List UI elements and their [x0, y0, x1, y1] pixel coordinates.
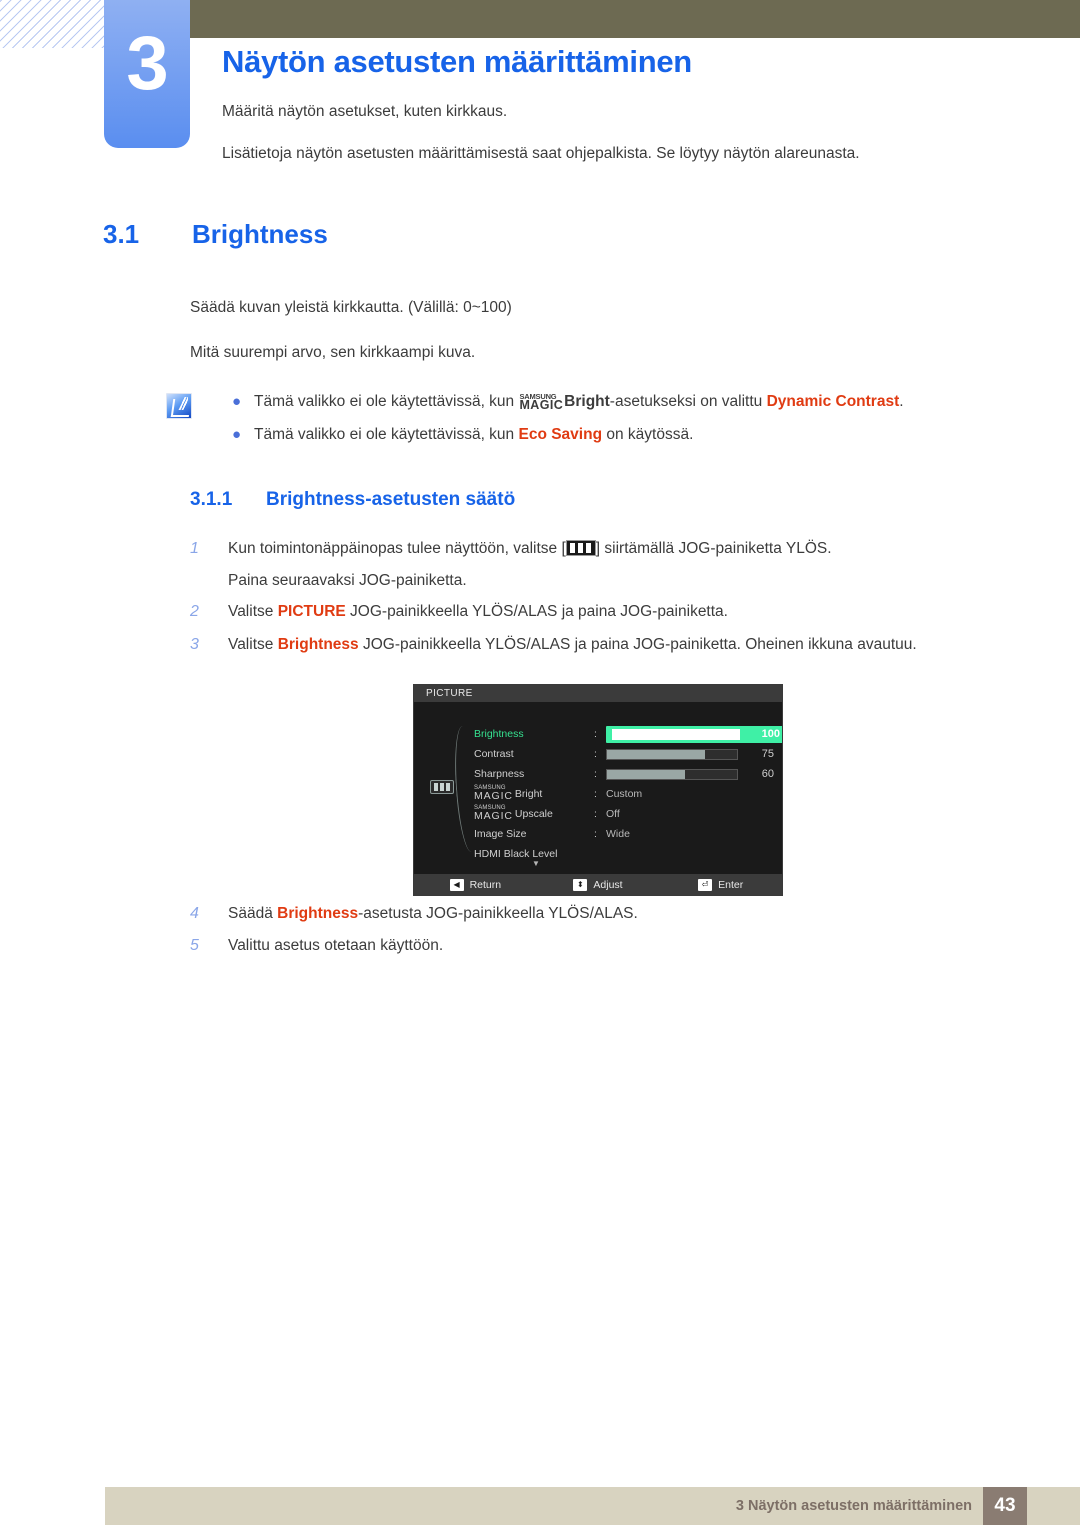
step-text: Valitse Brightness JOG-painikkeella YLÖS…: [228, 635, 917, 653]
section-number: 3.1: [103, 219, 140, 249]
footer-chapter-label: 3 Näytön asetusten määrittäminen: [735, 1498, 972, 1514]
section-title: Brightness: [192, 219, 328, 249]
step-index: 3: [190, 635, 199, 653]
arrow-updown-icon: ⬍: [573, 878, 588, 891]
osd-row-label: SAMSUNG MAGIC Upscale: [474, 805, 553, 822]
step-item: 5 Valittu asetus otetaan käyttöön.: [190, 935, 1025, 957]
chapter-intro-line-1: Määritä näytön asetukset, kuten kirkkaus…: [222, 103, 508, 120]
osd-row-colon: :: [594, 768, 597, 780]
osd-picture-menu: PICTURE Brightness : 100 Contrast : 75 S…: [413, 684, 783, 896]
subsection-heading: 3.1.1 Brightness-asetusten säätö: [190, 489, 515, 511]
picture-menu-icon: [565, 540, 596, 556]
osd-sharpness-slider[interactable]: 60: [606, 768, 780, 780]
osd-return-label: Return: [469, 878, 502, 891]
step-text: Kun toimintonäppäinopas tulee näyttöön, …: [228, 538, 1025, 591]
osd-title: PICTURE: [414, 685, 782, 702]
step-item: 4 Säädä Brightness-asetusta JOG-painikke…: [190, 903, 1025, 925]
osd-contrast-value: 75: [761, 748, 774, 760]
step-text: Säädä Brightness-asetusta JOG-painikkeel…: [228, 905, 638, 922]
subsection-number: 3.1.1: [190, 489, 233, 510]
step-index: 5: [190, 937, 199, 955]
osd-row-brightness[interactable]: Brightness : 100: [474, 724, 782, 744]
note-bullet-text: Tämä valikko ei ole käytettävissä, kun E…: [254, 425, 694, 443]
osd-enter-button[interactable]: ⏎ Enter: [659, 878, 782, 891]
osd-brightness-fill: [612, 729, 740, 740]
chapter-number-tab: 3: [104, 0, 190, 148]
note-pen-icon: [166, 393, 192, 419]
document-page: 3 Näytön asetusten määrittäminen Määritä…: [0, 0, 1080, 1527]
section-heading: 3.1 Brightness: [103, 219, 328, 250]
step-index: 4: [190, 905, 199, 922]
section-paragraph-2: Mitä suurempi arvo, sen kirkkaampi kuva.: [190, 344, 476, 361]
section-paragraph-1: Säädä kuvan yleistä kirkkautta. (Välillä…: [190, 299, 512, 316]
chapter-title: Näytön asetusten määrittäminen: [222, 44, 692, 79]
osd-row-sharpness[interactable]: Sharpness : 60: [474, 764, 774, 784]
osd-row-label: Sharpness: [474, 768, 525, 780]
step-text: Valitse PICTURE JOG-painikkeella YLÖS/AL…: [228, 603, 728, 621]
chapter-intro-line-2: Lisätietoja näytön asetusten määrittämis…: [222, 145, 860, 162]
osd-row-list: Brightness : 100 Contrast : 75 Sharpness…: [474, 724, 782, 864]
osd-row-contrast[interactable]: Contrast : 75: [474, 744, 774, 764]
bullet-marker: ●: [232, 425, 242, 443]
osd-return-button[interactable]: ◀ Return: [414, 878, 537, 891]
steps-list: 1 Kun toimintonäppäinopas tulee näyttöön…: [190, 538, 1025, 666]
osd-row-label: SAMSUNG MAGIC Bright: [474, 785, 543, 802]
step-text: Valittu asetus otetaan käyttöön.: [228, 937, 444, 955]
osd-body: Brightness : 100 Contrast : 75 Sharpness…: [414, 702, 782, 874]
arrow-left-icon: ◀: [449, 878, 464, 891]
step-continuation: Paina seuraavaksi JOG-painiketta.: [228, 571, 467, 589]
step-item: 1 Kun toimintonäppäinopas tulee näyttöön…: [190, 538, 1025, 591]
osd-brightness-slider[interactable]: 100: [606, 726, 782, 743]
chapter-number: 3: [126, 21, 168, 106]
osd-enter-label: Enter: [718, 878, 744, 891]
steps-list-continued: 4 Säädä Brightness-asetusta JOG-painikke…: [190, 903, 1025, 968]
osd-row-label: Brightness: [474, 728, 524, 740]
samsung-magic-mark: SAMSUNG MAGIC: [474, 805, 513, 822]
header-olive-bar: [190, 0, 1080, 38]
osd-row-colon: :: [594, 788, 597, 800]
osd-footer-bar: ◀ Return ⬍ Adjust ⏎ Enter: [414, 874, 782, 895]
osd-brightness-value: 100: [761, 728, 780, 740]
step-index: 2: [190, 603, 199, 621]
osd-sharpness-track: [606, 768, 738, 780]
samsung-magic-mark: SAMSUNG MAGIC: [474, 785, 513, 802]
osd-row-imagesize[interactable]: Image Size : Wide: [474, 824, 774, 844]
osd-imagesize-value: Wide: [606, 828, 630, 840]
note-bullet-item: ● Tämä valikko ei ole käytettävissä, kun…: [232, 425, 1022, 446]
picture-menu-icon: [430, 780, 454, 794]
enter-icon: ⏎: [698, 878, 713, 891]
osd-row-magicupscale[interactable]: SAMSUNG MAGIC Upscale : Off: [474, 804, 774, 824]
osd-row-label: Contrast: [474, 748, 514, 760]
osd-sharpness-fill: [607, 769, 685, 779]
osd-adjust-button[interactable]: ⬍ Adjust: [537, 878, 660, 891]
step-item: 3 Valitse Brightness JOG-painikkeella YL…: [190, 634, 1025, 656]
osd-row-colon: :: [594, 808, 597, 820]
osd-row-colon: :: [594, 728, 597, 740]
osd-row-colon: :: [594, 828, 597, 840]
osd-row-magicbright[interactable]: SAMSUNG MAGIC Bright : Custom: [474, 784, 774, 804]
osd-row-colon: :: [594, 748, 597, 760]
osd-sharpness-value: 60: [761, 768, 774, 780]
step-index: 1: [190, 540, 199, 557]
osd-magicbright-value: Custom: [606, 788, 643, 800]
subsection-title: Brightness-asetusten säätö: [266, 489, 516, 510]
page-footer: 3 Näytön asetusten määrittäminen 43: [105, 1487, 1080, 1525]
bullet-marker: ●: [232, 393, 242, 410]
osd-contrast-fill: [607, 749, 705, 759]
footer-page-number: 43: [983, 1487, 1027, 1525]
osd-contrast-slider[interactable]: 75: [606, 748, 780, 760]
note-bullet-list: ● Tämä valikko ei ole käytettävissä, kun…: [232, 392, 1022, 458]
osd-row-hdmiblacklevel[interactable]: HDMI Black Level: [474, 844, 774, 864]
osd-magicupscale-value: Off: [606, 808, 620, 820]
step-item: 2 Valitse PICTURE JOG-painikkeella YLÖS/…: [190, 601, 1025, 623]
note-bullet-text: Tämä valikko ei ole käytettävissä, kun S…: [254, 391, 904, 412]
note-bullet-item: ● Tämä valikko ei ole käytettävissä, kun…: [232, 392, 1022, 413]
osd-adjust-label: Adjust: [593, 878, 623, 891]
osd-row-label: Image Size: [474, 828, 527, 840]
samsung-magic-mark: SAMSUNG MAGIC: [519, 391, 564, 412]
osd-contrast-track: [606, 748, 738, 760]
chevron-down-icon[interactable]: ▼: [532, 859, 540, 868]
